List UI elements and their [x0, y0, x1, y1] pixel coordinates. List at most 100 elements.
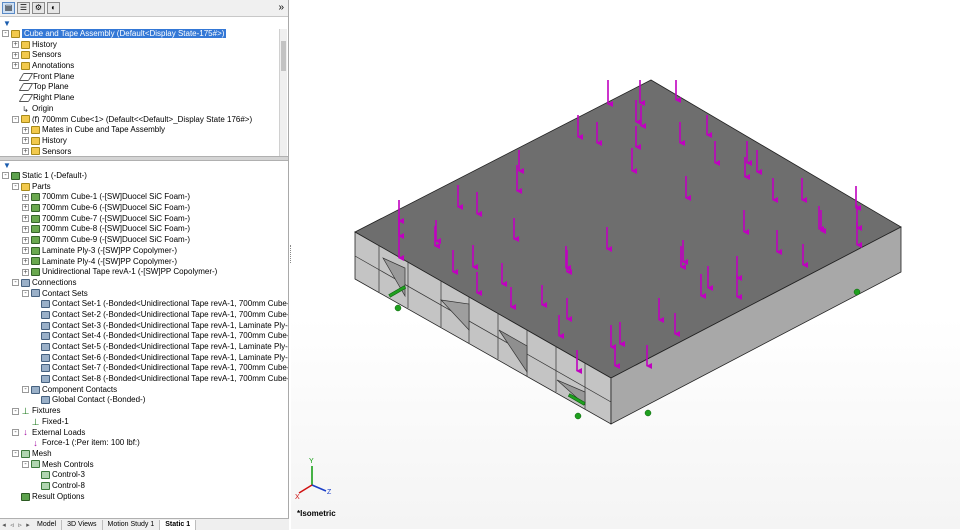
tree-item[interactable]: + Mates in Cube and Tape Assembly — [0, 125, 288, 136]
tree-item[interactable]: - Cube and Tape Assembly (Default<Display… — [0, 29, 288, 40]
tree-item[interactable]: - Mesh — [0, 449, 288, 460]
tree-item[interactable]: Result Options — [0, 492, 288, 503]
collapse-icon[interactable]: - — [2, 30, 9, 38]
tree-filter[interactable]: ▼ — [0, 17, 288, 29]
expand-icon[interactable]: + — [12, 51, 19, 59]
property-manager-icon[interactable]: ☰ — [17, 2, 30, 14]
expand-icon[interactable]: + — [12, 62, 19, 70]
tree-item[interactable]: - ⊥ Fixtures — [0, 406, 288, 417]
tree-item[interactable]: - (f) 700mm Cube<1> (Default<<Default>_Di… — [0, 115, 288, 126]
expand-chevron-icon[interactable]: » — [278, 2, 284, 14]
tree-item[interactable]: Contact Set-7 (-Bonded<Unidirectional Ta… — [0, 363, 288, 374]
tree-item[interactable]: +700mm Cube-8 (-[SW]Duocel SiC Foam-) — [0, 224, 288, 235]
next-tab-arrow-icon[interactable]: ▹ — [16, 521, 24, 529]
tree-item[interactable]: +700mm Cube-7 (-[SW]Duocel SiC Foam-) — [0, 214, 288, 225]
tree-item[interactable]: + Sensors — [0, 147, 288, 156]
filter-icon[interactable]: ▼ — [3, 19, 11, 28]
fixture-pin-icon[interactable] — [394, 304, 402, 312]
collapse-icon[interactable]: - — [22, 460, 29, 468]
bottom-tab-bar: ◂ ◃ ▹ ▸ Model 3D Views Motion Study 1 St… — [0, 518, 289, 530]
tree-item[interactable]: Contact Set-6 (-Bonded<Unidirectional Ta… — [0, 353, 288, 364]
part-icon — [31, 246, 40, 255]
collapse-icon[interactable]: - — [12, 115, 19, 123]
tree-item[interactable]: - Static 1 (-Default-) — [0, 171, 288, 182]
tree-item[interactable]: + Laminate Ply-4 (-[SW]PP Copolymer-) — [0, 257, 288, 268]
expand-icon[interactable]: + — [22, 247, 29, 255]
tree-item[interactable]: Top Plane — [0, 82, 288, 93]
tree-item-label: Contact Set-7 (-Bonded<Unidirectional Ta… — [52, 363, 288, 373]
tab-3d-views[interactable]: 3D Views — [62, 519, 103, 530]
tree-item[interactable]: Front Plane — [0, 72, 288, 83]
expand-icon[interactable]: + — [22, 126, 29, 134]
collapse-icon[interactable]: - — [12, 183, 19, 191]
tab-static-1[interactable]: Static 1 — [160, 519, 197, 530]
expand-icon[interactable]: + — [22, 225, 29, 233]
feature-manager-icon[interactable]: ▤ — [2, 2, 15, 14]
tab-motion-study[interactable]: Motion Study 1 — [103, 519, 161, 530]
tree-item[interactable]: - Mesh Controls — [0, 460, 288, 471]
tree-item[interactable]: Contact Set-8 (-Bonded<Unidirectional Ta… — [0, 374, 288, 385]
expand-icon[interactable]: + — [22, 137, 29, 145]
tree-item[interactable]: +700mm Cube-6 (-[SW]Duocel SiC Foam-) — [0, 203, 288, 214]
study-icon — [21, 492, 30, 501]
assembly-tree: - Cube and Tape Assembly (Default<Display… — [0, 29, 288, 156]
tree-item[interactable]: + History — [0, 40, 288, 51]
tree-item[interactable]: ↳ Origin — [0, 104, 288, 115]
mesh-icon — [31, 460, 40, 469]
collapse-icon[interactable]: - — [12, 450, 19, 458]
configuration-manager-icon[interactable]: ⚙ — [32, 2, 45, 14]
expand-icon[interactable]: + — [22, 147, 29, 155]
tree-item[interactable]: - Connections — [0, 278, 288, 289]
tree-item-label: Fixed-1 — [42, 416, 69, 426]
tree-item[interactable]: +700mm Cube-1 (-[SW]Duocel SiC Foam-) — [0, 192, 288, 203]
tree-item[interactable]: + Unidirectional Tape revA-1 (-[SW]PP Cop… — [0, 267, 288, 278]
tree-item[interactable]: Contact Set-1 (-Bonded<Unidirectional Ta… — [0, 299, 288, 310]
tree-item[interactable]: - Component Contacts — [0, 385, 288, 396]
appearance-icon[interactable]: ◐ — [47, 2, 60, 14]
tree-item[interactable]: + History — [0, 136, 288, 147]
fixture-pin-icon[interactable] — [853, 288, 861, 296]
expand-icon[interactable]: + — [12, 41, 19, 49]
tree-item[interactable]: Contact Set-2 (-Bonded<Unidirectional Ta… — [0, 310, 288, 321]
graphics-viewport[interactable]: Y Z X — [291, 0, 960, 529]
tree-item[interactable]: +700mm Cube-9 (-[SW]Duocel SiC Foam-) — [0, 235, 288, 246]
tree-item[interactable]: - ↓ External Loads — [0, 428, 288, 439]
tree-item[interactable]: - Contact Sets — [0, 289, 288, 300]
expand-icon[interactable]: + — [22, 268, 29, 276]
expand-icon[interactable]: + — [22, 257, 29, 265]
collapse-icon[interactable]: - — [12, 407, 19, 415]
filter-icon[interactable]: ▼ — [3, 161, 11, 170]
study-tree-filter[interactable]: ▼ — [0, 160, 288, 171]
fixture-pin-icon[interactable] — [574, 412, 582, 420]
collapse-icon[interactable]: - — [2, 172, 9, 180]
expand-icon[interactable]: + — [22, 204, 29, 212]
expand-icon[interactable]: + — [22, 215, 29, 223]
tree-item[interactable]: Right Plane — [0, 93, 288, 104]
assembly-tree-scrollbar[interactable] — [279, 29, 287, 156]
tree-item[interactable]: Contact Set-4 (-Bonded<Unidirectional Ta… — [0, 331, 288, 342]
prev-tab-arrow-icon[interactable]: ◃ — [8, 521, 16, 529]
scrollbar-thumb[interactable] — [281, 41, 286, 71]
collapse-icon[interactable]: - — [12, 428, 19, 436]
expand-icon[interactable]: + — [22, 236, 29, 244]
model-canvas[interactable]: Y Z X — [291, 0, 960, 529]
tree-item[interactable]: + Sensors — [0, 50, 288, 61]
tree-item[interactable]: Control-8 — [0, 481, 288, 492]
tree-item[interactable]: + Laminate Ply-3 (-[SW]PP Copolymer-) — [0, 246, 288, 257]
expand-icon[interactable]: + — [22, 193, 29, 201]
tree-item[interactable]: Contact Set-5 (-Bonded<Unidirectional Ta… — [0, 342, 288, 353]
tree-item[interactable]: Contact Set-3 (-Bonded<Unidirectional Ta… — [0, 321, 288, 332]
last-tab-arrow-icon[interactable]: ▸ — [24, 521, 32, 529]
tree-item[interactable]: Global Contact (-Bonded-) — [0, 395, 288, 406]
tree-item[interactable]: - Parts — [0, 182, 288, 193]
collapse-icon[interactable]: - — [22, 386, 29, 394]
first-tab-arrow-icon[interactable]: ◂ — [0, 521, 8, 529]
tree-item[interactable]: ↓ Force-1 (:Per item: 100 lbf:) — [0, 438, 288, 449]
collapse-icon[interactable]: - — [22, 289, 29, 297]
tree-item[interactable]: ⊥ Fixed-1 — [0, 417, 288, 428]
collapse-icon[interactable]: - — [12, 279, 19, 287]
fixture-pin-icon[interactable] — [644, 409, 652, 417]
tab-model[interactable]: Model — [32, 519, 63, 530]
tree-item[interactable]: Control-3 — [0, 470, 288, 481]
tree-item[interactable]: + Annotations — [0, 61, 288, 72]
